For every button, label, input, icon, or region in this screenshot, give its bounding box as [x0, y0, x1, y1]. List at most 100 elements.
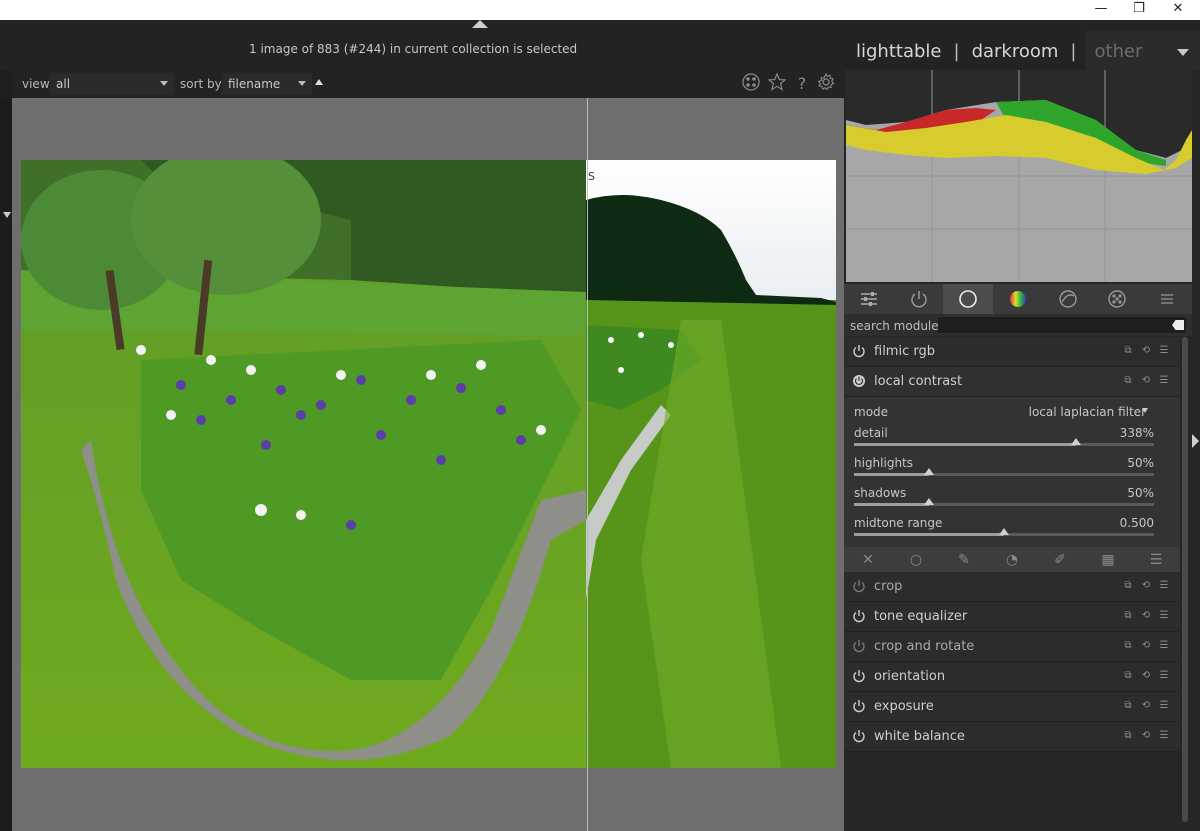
presets-icon[interactable]: ☰ — [1158, 345, 1170, 357]
presets-icon[interactable]: ☰ — [1158, 640, 1170, 652]
sort-select[interactable]: filename — [222, 73, 312, 95]
image-view[interactable]: S — [12, 98, 844, 831]
raster-mask-icon[interactable]: ▦ — [1084, 552, 1132, 568]
multi-instance-icon[interactable]: ⧉ — [1122, 345, 1134, 357]
view-other-dropdown[interactable]: other — [1084, 31, 1200, 71]
module-actions: ⧉ ⟲ ☰ — [1122, 345, 1170, 357]
module-actions: ⧉ ⟲ ☰ — [1122, 700, 1170, 712]
grouping-icon[interactable] — [740, 73, 762, 95]
module-white-balance[interactable]: white balance ⧉ ⟲ ☰ — [844, 722, 1180, 752]
modules-list: filmic rgb ⧉ ⟲ ☰ local contrast ⧉ ⟲ ☰ mo… — [844, 337, 1180, 752]
view-darkroom[interactable]: darkroom — [962, 41, 1069, 62]
quick-access-icon[interactable] — [844, 284, 894, 314]
multi-instance-icon[interactable]: ⧉ — [1122, 375, 1134, 387]
view-filter-select[interactable]: all — [50, 73, 174, 95]
slider-thumb[interactable] — [1071, 438, 1081, 445]
off-blend-icon[interactable]: ✕ — [844, 552, 892, 568]
presets-icon[interactable]: ☰ — [1158, 610, 1170, 622]
multi-instance-icon[interactable]: ⧉ — [1122, 730, 1134, 742]
module-actions: ⧉ ⟲ ☰ — [1122, 375, 1170, 387]
drawn-parametric-icon[interactable]: ✐ — [1036, 552, 1084, 568]
slider-thumb[interactable] — [924, 498, 934, 505]
presets-icon[interactable]: ☰ — [1158, 670, 1170, 682]
active-modules-icon[interactable] — [894, 284, 944, 314]
slider-thumb[interactable] — [924, 468, 934, 475]
reset-icon[interactable]: ⟲ — [1140, 700, 1152, 712]
presets-icon[interactable]: ☰ — [1158, 375, 1170, 387]
multi-instance-icon[interactable]: ⧉ — [1122, 700, 1134, 712]
reset-icon[interactable]: ⟲ — [1140, 610, 1152, 622]
reset-icon[interactable]: ⟲ — [1140, 375, 1152, 387]
blend-modes-bar: ✕ ○ ✎ ◔ ✐ ▦ ☰ — [844, 547, 1180, 572]
modules-scrollbar[interactable] — [1182, 337, 1188, 822]
slider-track[interactable] — [854, 528, 1154, 536]
presets-menu-icon[interactable] — [1142, 284, 1192, 314]
module-filmic-rgb[interactable]: filmic rgb ⧉ ⟲ ☰ — [844, 337, 1180, 367]
reset-icon[interactable]: ⟲ — [1140, 730, 1152, 742]
base-group-icon[interactable] — [943, 284, 994, 314]
slider-thumb[interactable] — [999, 528, 1009, 535]
color-group-icon[interactable] — [993, 284, 1043, 314]
module-name: white balance — [874, 729, 965, 744]
module-crop[interactable]: crop ⧉ ⟲ ☰ — [844, 572, 1180, 602]
power-icon[interactable] — [852, 729, 866, 743]
search-module-row: search module — [844, 314, 1192, 336]
reset-icon[interactable]: ⟲ — [1140, 345, 1152, 357]
module-actions: ⧉ ⟲ ☰ — [1122, 640, 1170, 652]
slider-fill — [854, 533, 1004, 536]
close-button[interactable]: ✕ — [1158, 0, 1198, 20]
power-icon[interactable] — [852, 669, 866, 683]
detail-slider[interactable]: detail 338% — [854, 426, 1154, 456]
multi-instance-icon[interactable]: ⧉ — [1122, 640, 1134, 652]
star-icon[interactable] — [766, 72, 788, 95]
restore-button[interactable]: ❐ — [1119, 0, 1159, 20]
view-other-label: other — [1094, 40, 1143, 62]
module-local-contrast[interactable]: local contrast ⧉ ⟲ ☰ — [844, 367, 1180, 397]
presets-icon[interactable]: ☰ — [1158, 730, 1170, 742]
before-after-split-line[interactable] — [587, 98, 588, 831]
power-icon[interactable] — [852, 699, 866, 713]
reset-icon[interactable]: ⟲ — [1140, 580, 1152, 592]
uniform-blend-icon[interactable]: ○ — [892, 552, 940, 568]
reset-icon[interactable]: ⟲ — [1140, 670, 1152, 682]
power-icon[interactable] — [852, 344, 866, 358]
parametric-mask-icon[interactable]: ◔ — [988, 552, 1036, 568]
slider-track[interactable] — [854, 438, 1154, 446]
power-icon[interactable] — [852, 579, 866, 593]
minimize-button[interactable]: — — [1081, 0, 1121, 20]
left-panel-expand-icon[interactable] — [3, 212, 11, 218]
module-crop-and-rotate[interactable]: crop and rotate ⧉ ⟲ ☰ — [844, 632, 1180, 662]
slider-fill — [854, 473, 929, 476]
slider-track[interactable] — [854, 498, 1154, 506]
power-icon[interactable] — [852, 609, 866, 623]
left-panel-collapsed — [0, 98, 12, 831]
presets-icon[interactable]: ☰ — [1158, 700, 1170, 712]
reset-icon[interactable]: ⟲ — [1140, 640, 1152, 652]
right-panel-collapse-icon[interactable] — [1192, 434, 1199, 448]
blend-menu-icon[interactable]: ☰ — [1132, 552, 1180, 568]
multi-instance-icon[interactable]: ⧉ — [1122, 670, 1134, 682]
shadows-slider[interactable]: shadows 50% — [854, 486, 1154, 516]
presets-icon[interactable]: ☰ — [1158, 580, 1170, 592]
split-marker: S — [588, 170, 595, 183]
sort-direction-icon[interactable] — [315, 79, 323, 85]
correct-group-icon[interactable] — [1043, 284, 1093, 314]
power-icon[interactable] — [852, 374, 866, 388]
effect-group-icon[interactable] — [1093, 284, 1143, 314]
multi-instance-icon[interactable]: ⧉ — [1122, 580, 1134, 592]
top-panel-collapse-icon[interactable] — [472, 20, 488, 28]
module-tone-equalizer[interactable]: tone equalizer ⧉ ⟲ ☰ — [844, 602, 1180, 632]
module-exposure[interactable]: exposure ⧉ ⟲ ☰ — [844, 692, 1180, 722]
gear-icon[interactable] — [815, 72, 837, 95]
highlights-slider[interactable]: highlights 50% — [854, 456, 1154, 486]
drawn-mask-icon[interactable]: ✎ — [940, 552, 988, 568]
power-icon[interactable] — [852, 639, 866, 653]
help-icon[interactable]: ? — [791, 73, 813, 95]
view-lighttable[interactable]: lighttable — [846, 41, 951, 62]
slider-track[interactable] — [854, 468, 1154, 476]
search-module-input[interactable] — [938, 317, 1186, 333]
midtone-range-slider[interactable]: midtone range 0.500 — [854, 516, 1154, 546]
module-orientation[interactable]: orientation ⧉ ⟲ ☰ — [844, 662, 1180, 692]
multi-instance-icon[interactable]: ⧉ — [1122, 610, 1134, 622]
histogram[interactable] — [846, 70, 1192, 282]
